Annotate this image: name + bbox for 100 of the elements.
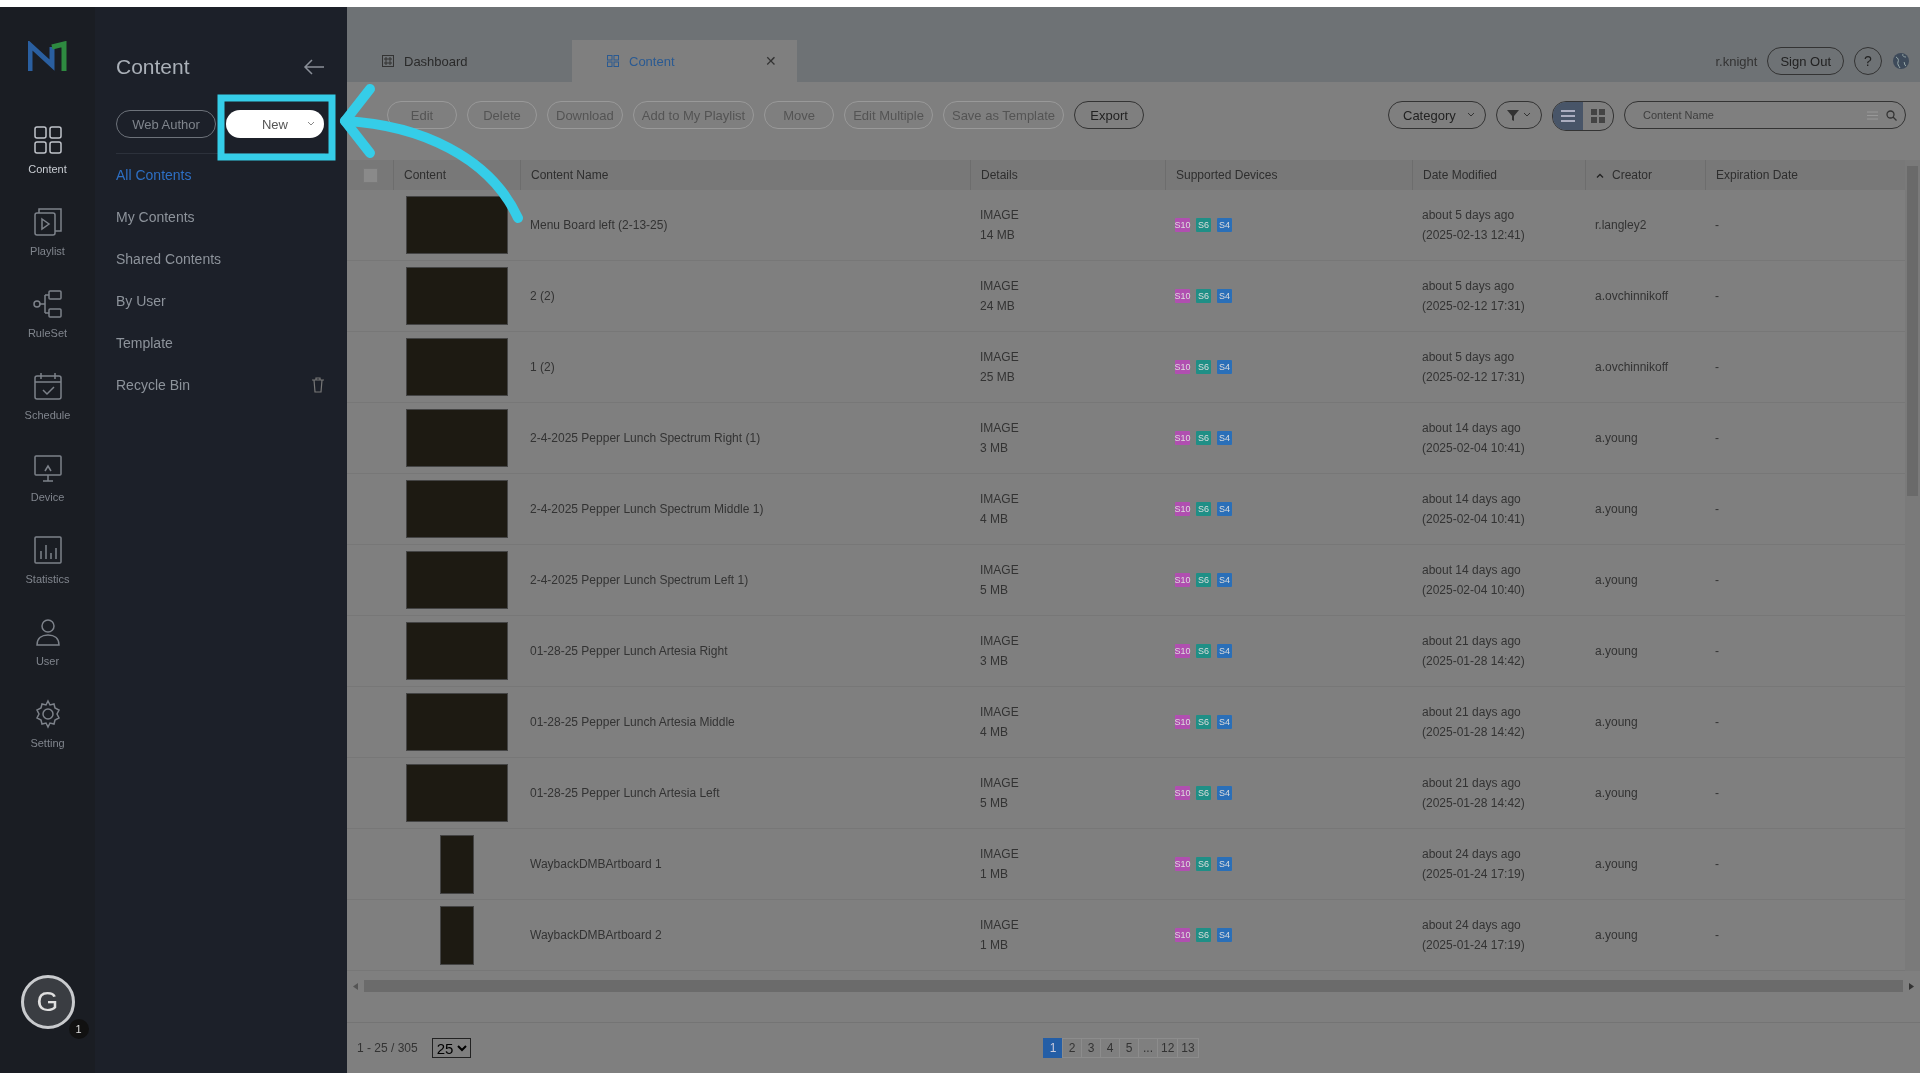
rail-nav-item[interactable]: Device bbox=[0, 453, 95, 503]
search-icon[interactable] bbox=[1886, 109, 1897, 121]
monitor-icon bbox=[32, 453, 63, 483]
device-tag: S10 bbox=[1175, 218, 1190, 232]
device-tag: S10 bbox=[1175, 928, 1190, 942]
column-header[interactable]: Details bbox=[970, 160, 1165, 190]
column-label: Creator bbox=[1612, 168, 1652, 182]
rail-nav-item[interactable]: Playlist bbox=[0, 207, 95, 257]
table-cell: a.young bbox=[1585, 900, 1705, 971]
device-tag: S10 bbox=[1175, 360, 1190, 374]
table-cell: IMAGE 4 MB bbox=[970, 474, 1165, 545]
page-button[interactable]: ... bbox=[1138, 1038, 1158, 1058]
device-tag: S6 bbox=[1196, 715, 1211, 729]
sort-caret-icon[interactable] bbox=[1596, 172, 1604, 178]
page-button[interactable]: 1 bbox=[1043, 1038, 1063, 1058]
list-view-button[interactable] bbox=[1553, 102, 1583, 130]
chevron-down-icon bbox=[1467, 112, 1475, 118]
table-cell: about 5 days ago (2025-02-12 17:31) bbox=[1412, 261, 1585, 332]
table-cell: IMAGE 24 MB bbox=[970, 261, 1165, 332]
page-button[interactable]: 3 bbox=[1081, 1038, 1101, 1058]
table-cell: a.ovchinnikoff bbox=[1585, 261, 1705, 332]
device-tag: S6 bbox=[1196, 431, 1211, 445]
list-icon bbox=[1867, 109, 1878, 121]
table-cell: 01-28-25 Pepper Lunch Artesia Right bbox=[520, 616, 970, 687]
rail-nav-item[interactable]: Content bbox=[0, 125, 95, 175]
dashboard-icon bbox=[382, 55, 394, 67]
table-cell: a.ovchinnikoff bbox=[1585, 332, 1705, 403]
rail-nav-item[interactable]: User bbox=[0, 617, 95, 667]
trash-icon[interactable] bbox=[311, 377, 325, 393]
rail-nav-item[interactable]: RuleSet bbox=[0, 289, 95, 339]
device-tag: S4 bbox=[1217, 431, 1232, 445]
nav-item[interactable]: Shared Contents bbox=[116, 238, 325, 280]
filter-icon bbox=[1507, 109, 1519, 121]
table-cell: about 24 days ago (2025-01-24 17:19) bbox=[1412, 900, 1585, 971]
page-size-select[interactable]: 25 bbox=[431, 1038, 471, 1058]
table-cell: about 21 days ago (2025-01-28 14:42) bbox=[1412, 687, 1585, 758]
table-cell: 2-4-2025 Pepper Lunch Spectrum Left 1) bbox=[520, 545, 970, 616]
device-tag: S10 bbox=[1175, 857, 1190, 871]
device-tag: S10 bbox=[1175, 644, 1190, 658]
table-cell: IMAGE 5 MB bbox=[970, 758, 1165, 829]
column-header[interactable]: Supported Devices bbox=[1165, 160, 1412, 190]
back-arrow-icon[interactable] bbox=[303, 59, 325, 75]
nav-item[interactable]: Recycle Bin bbox=[116, 364, 325, 406]
photo-placeholder bbox=[439, 834, 474, 894]
notification-badge: 1 bbox=[68, 1019, 89, 1039]
table-cell: about 5 days ago (2025-02-13 12:41) bbox=[1412, 190, 1585, 261]
globe-icon[interactable] bbox=[1892, 52, 1910, 70]
table-cell: about 5 days ago (2025-02-12 17:31) bbox=[1412, 332, 1585, 403]
new-dropdown-button[interactable]: New bbox=[226, 110, 324, 138]
chevron-down-icon bbox=[1523, 112, 1531, 118]
table-cell: a.young bbox=[1585, 829, 1705, 900]
table-cell: IMAGE 5 MB bbox=[970, 545, 1165, 616]
device-tag: S6 bbox=[1196, 218, 1211, 232]
table-cell: IMAGE 1 MB bbox=[970, 900, 1165, 971]
page-button[interactable]: 13 bbox=[1177, 1038, 1199, 1058]
scroll-right-icon[interactable] bbox=[1909, 982, 1914, 990]
table-cell: 01-28-25 Pepper Lunch Artesia Middle bbox=[520, 687, 970, 758]
list-icon bbox=[1561, 109, 1575, 123]
device-tag: S6 bbox=[1196, 502, 1211, 516]
nav-item[interactable]: My Contents bbox=[116, 196, 325, 238]
tab[interactable]: Dashboard bbox=[347, 40, 572, 82]
device-tag: S4 bbox=[1217, 715, 1232, 729]
device-tag: S6 bbox=[1196, 644, 1211, 658]
device-tag: S6 bbox=[1196, 928, 1211, 942]
device-tag: S4 bbox=[1217, 644, 1232, 658]
column-header[interactable]: Content Name bbox=[520, 160, 970, 190]
result-count: 1 - 25 / 305 bbox=[357, 1041, 418, 1055]
page-button[interactable]: 4 bbox=[1100, 1038, 1120, 1058]
table-cell: about 14 days ago (2025-02-04 10:41) bbox=[1412, 403, 1585, 474]
column-header[interactable]: Creator bbox=[1585, 160, 1705, 190]
rail-nav-item[interactable]: Setting bbox=[0, 699, 95, 749]
column-header[interactable]: Expiration Date bbox=[1705, 160, 1905, 190]
table-cell: about 24 days ago (2025-01-24 17:19) bbox=[1412, 829, 1585, 900]
device-tag: S4 bbox=[1217, 218, 1232, 232]
device-tag: S4 bbox=[1217, 360, 1232, 374]
page-button[interactable]: 2 bbox=[1062, 1038, 1082, 1058]
page-button[interactable]: 12 bbox=[1157, 1038, 1179, 1058]
device-tag: S6 bbox=[1196, 573, 1211, 587]
search-input[interactable]: Content Name bbox=[1641, 108, 1859, 122]
device-tag: S4 bbox=[1217, 502, 1232, 516]
page-button[interactable]: 5 bbox=[1119, 1038, 1139, 1058]
table-cell: about 14 days ago (2025-02-04 10:41) bbox=[1412, 474, 1585, 545]
nav-item[interactable]: All Contents bbox=[116, 154, 325, 196]
column-header[interactable]: Date Modified bbox=[1412, 160, 1585, 190]
avatar[interactable]: G bbox=[20, 975, 75, 1029]
rail-nav-item[interactable]: Statistics bbox=[0, 535, 95, 585]
photo-placeholder bbox=[439, 905, 474, 965]
table-cell: IMAGE 4 MB bbox=[970, 687, 1165, 758]
rail-nav-item[interactable]: Schedule bbox=[0, 371, 95, 421]
nav-item[interactable]: Template bbox=[116, 322, 325, 364]
table-cell: a.young bbox=[1585, 758, 1705, 829]
table-cell: WaybackDMBArtboard 1 bbox=[520, 829, 970, 900]
tab[interactable]: Content ✕ bbox=[572, 40, 797, 82]
nav-item[interactable]: By User bbox=[116, 280, 325, 322]
grid-icon bbox=[607, 55, 619, 67]
close-icon[interactable]: ✕ bbox=[765, 53, 777, 69]
device-tag: S6 bbox=[1196, 786, 1211, 800]
scroll-left-icon[interactable] bbox=[353, 982, 358, 990]
table-cell: IMAGE 1 MB bbox=[970, 829, 1165, 900]
table-cell: a.young bbox=[1585, 616, 1705, 687]
